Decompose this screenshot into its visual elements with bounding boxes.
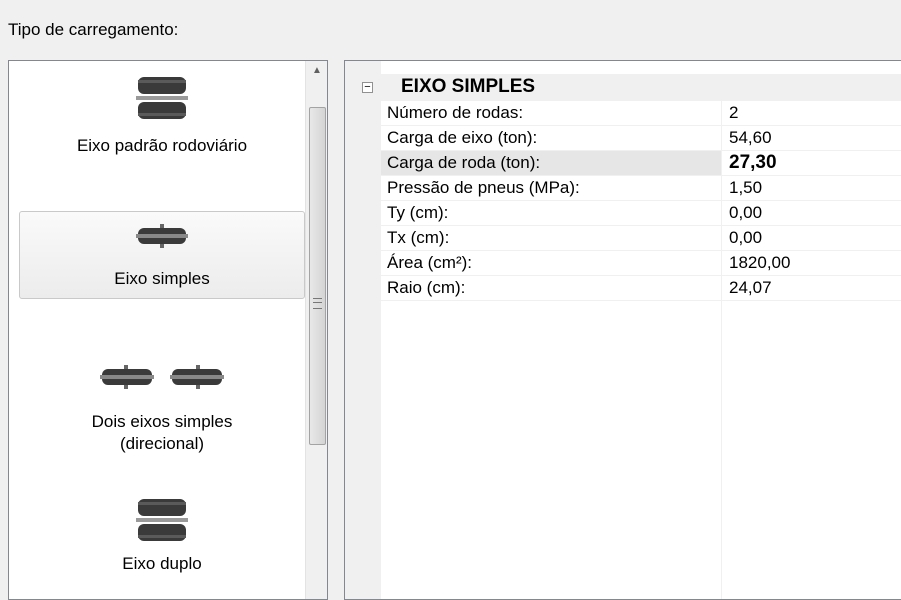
property-grid[interactable]: − EIXO SIMPLES Número de rodas: 2 Carga … xyxy=(344,60,901,600)
property-value[interactable]: 0,00 xyxy=(723,201,901,225)
property-name: Pressão de pneus (MPa): xyxy=(387,178,580,197)
property-row[interactable]: Raio (cm): 24,07 xyxy=(381,276,901,301)
list-item-label: Eixo duplo xyxy=(122,554,202,573)
property-name: Raio (cm): xyxy=(387,278,466,297)
vertical-scrollbar[interactable]: ▲ xyxy=(305,61,327,599)
property-row[interactable]: Pressão de pneus (MPa): 1,50 xyxy=(381,176,901,201)
property-value[interactable]: 24,07 xyxy=(723,276,901,300)
grip-icon xyxy=(313,298,322,309)
category-row[interactable]: − EIXO SIMPLES xyxy=(345,74,901,101)
category-title: EIXO SIMPLES xyxy=(401,76,536,97)
property-name: Carga de eixo (ton): xyxy=(387,128,538,147)
collapse-icon[interactable]: − xyxy=(362,82,373,93)
property-name: Número de rodas: xyxy=(387,103,524,122)
list-item-eixo-simples[interactable]: Eixo simples xyxy=(19,211,305,299)
property-value[interactable]: 54,60 xyxy=(723,126,901,150)
load-type-list[interactable]: Eixo padrão rodoviário Eixo simples Dois… xyxy=(8,60,328,600)
property-row[interactable]: Área (cm²): 1820,00 xyxy=(381,251,901,276)
property-name: Tx (cm): xyxy=(387,228,450,247)
list-item-label: Eixo simples xyxy=(114,269,210,288)
property-value[interactable]: 0,00 xyxy=(723,226,901,250)
list-item-eixo-duplo[interactable]: Eixo duplo xyxy=(19,493,305,593)
property-row-selected[interactable]: Carga de roda (ton): 27,30 xyxy=(381,151,901,176)
property-name: Área (cm²): xyxy=(387,253,472,272)
property-row[interactable]: Número de rodas: 2 xyxy=(381,101,901,126)
list-item-label: Dois eixos simples (direcional) xyxy=(91,412,233,453)
dual-wheel-icon xyxy=(136,77,188,119)
list-item-dois-eixos[interactable]: Dois eixos simples (direcional) xyxy=(19,357,305,467)
scroll-up-button[interactable]: ▲ xyxy=(306,61,327,81)
property-value[interactable]: 1,50 xyxy=(723,176,901,200)
property-value[interactable]: 2 xyxy=(723,101,901,125)
grid-gutter xyxy=(345,61,381,599)
list-item-label: Eixo padrão rodoviário xyxy=(76,136,248,155)
column-divider[interactable] xyxy=(721,101,722,599)
single-wheel-icon xyxy=(136,224,188,248)
property-row[interactable]: Tx (cm): 0,00 xyxy=(381,226,901,251)
property-value[interactable]: 1820,00 xyxy=(723,251,901,275)
two-single-wheels-icon xyxy=(100,365,224,389)
property-row[interactable]: Carga de eixo (ton): 54,60 xyxy=(381,126,901,151)
dual-wheel-icon xyxy=(136,499,188,541)
property-name: Ty (cm): xyxy=(387,203,449,222)
list-item-eixo-padrao[interactable]: Eixo padrão rodoviário xyxy=(19,65,305,175)
property-value[interactable]: 27,30 xyxy=(723,151,901,175)
load-type-label: Tipo de carregamento: xyxy=(8,20,179,39)
property-name: Carga de roda (ton): xyxy=(381,151,721,175)
property-row[interactable]: Ty (cm): 0,00 xyxy=(381,201,901,226)
scroll-thumb[interactable] xyxy=(309,107,326,445)
